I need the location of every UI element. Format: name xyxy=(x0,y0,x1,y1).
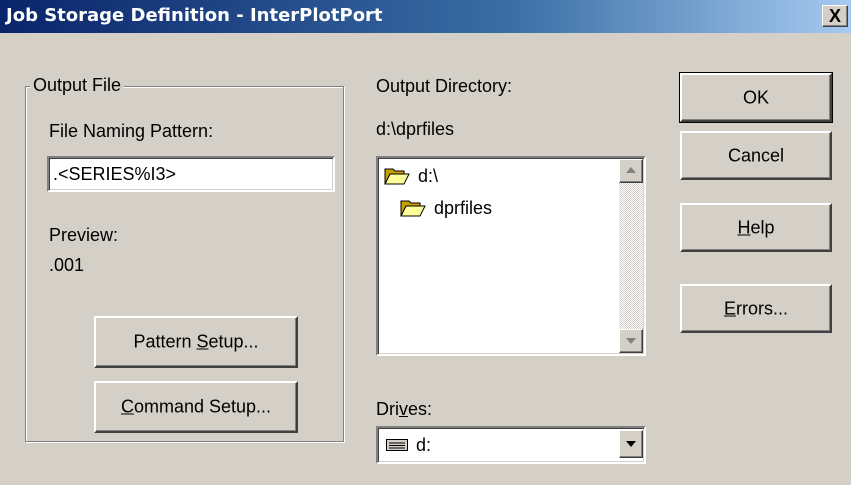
directory-list[interactable]: d:\ dprfiles xyxy=(376,156,646,356)
preview-value: .001 xyxy=(49,255,85,275)
output-directory-label: Output Directory: xyxy=(376,76,513,96)
command-setup-label-post: ommand Setup... xyxy=(133,396,272,417)
help-button[interactable]: Help xyxy=(680,203,832,252)
close-icon: X xyxy=(828,6,841,26)
output-directory-path: d:\dprfiles xyxy=(376,119,455,139)
help-button-label: Help xyxy=(682,217,830,238)
drives-dropdown-button[interactable] xyxy=(619,430,643,458)
pattern-setup-label-post: etup... xyxy=(208,331,259,352)
drives-label-post: es: xyxy=(408,399,433,419)
drives-label: Drives: xyxy=(376,399,432,420)
chevron-down-icon xyxy=(626,441,636,447)
errors-label-post: rrors... xyxy=(736,298,788,318)
pattern-setup-label: Pattern Setup... xyxy=(96,332,296,353)
up-arrow-icon xyxy=(626,167,636,173)
command-setup-button[interactable]: Command Setup... xyxy=(94,381,298,433)
drives-select[interactable]: d: xyxy=(376,426,646,464)
cancel-button-label: Cancel xyxy=(727,145,785,165)
pattern-setup-label-pre: Pattern xyxy=(133,331,197,352)
drives-selected-value: d: xyxy=(416,435,432,455)
scroll-up-button[interactable] xyxy=(619,159,643,183)
directory-scrollbar[interactable] xyxy=(619,159,643,353)
down-arrow-icon xyxy=(626,338,636,344)
open-folder-icon xyxy=(384,168,410,185)
help-hotkey: H xyxy=(737,217,751,237)
directory-item-label: dprfiles xyxy=(434,198,493,218)
scroll-track[interactable] xyxy=(619,183,643,329)
drives-label-pre: Dri xyxy=(376,399,399,419)
title-bar: Job Storage Definition - InterPlotPort X xyxy=(0,0,851,33)
ok-button-label: OK xyxy=(742,87,769,107)
ok-button[interactable]: OK xyxy=(679,72,833,123)
close-button[interactable]: X xyxy=(822,5,848,27)
file-naming-pattern-label: File Naming Pattern: xyxy=(49,121,214,141)
command-setup-label: Command Setup... xyxy=(96,397,296,418)
window-title: Job Storage Definition - InterPlotPort xyxy=(6,5,383,26)
drive-icon xyxy=(386,439,408,451)
pattern-setup-button[interactable]: Pattern Setup... xyxy=(94,316,298,368)
output-file-group-label: Output File xyxy=(30,75,125,96)
cancel-button[interactable]: Cancel xyxy=(680,131,832,180)
command-setup-hotkey: C xyxy=(120,396,134,417)
preview-label: Preview: xyxy=(49,225,119,245)
errors-button[interactable]: Errors... xyxy=(680,284,832,333)
directory-item-label: d:\ xyxy=(418,166,439,186)
errors-hotkey: E xyxy=(723,298,736,318)
drives-hotkey: v xyxy=(399,399,408,419)
file-naming-pattern-input[interactable]: .<SERIES%I3> xyxy=(47,156,335,192)
pattern-setup-hotkey: S xyxy=(196,331,209,352)
open-folder-icon xyxy=(400,200,426,217)
scroll-down-button[interactable] xyxy=(619,329,643,353)
errors-button-label: Errors... xyxy=(682,298,830,319)
help-label-post: elp xyxy=(750,217,775,237)
file-naming-pattern-value: .<SERIES%I3> xyxy=(53,164,177,184)
